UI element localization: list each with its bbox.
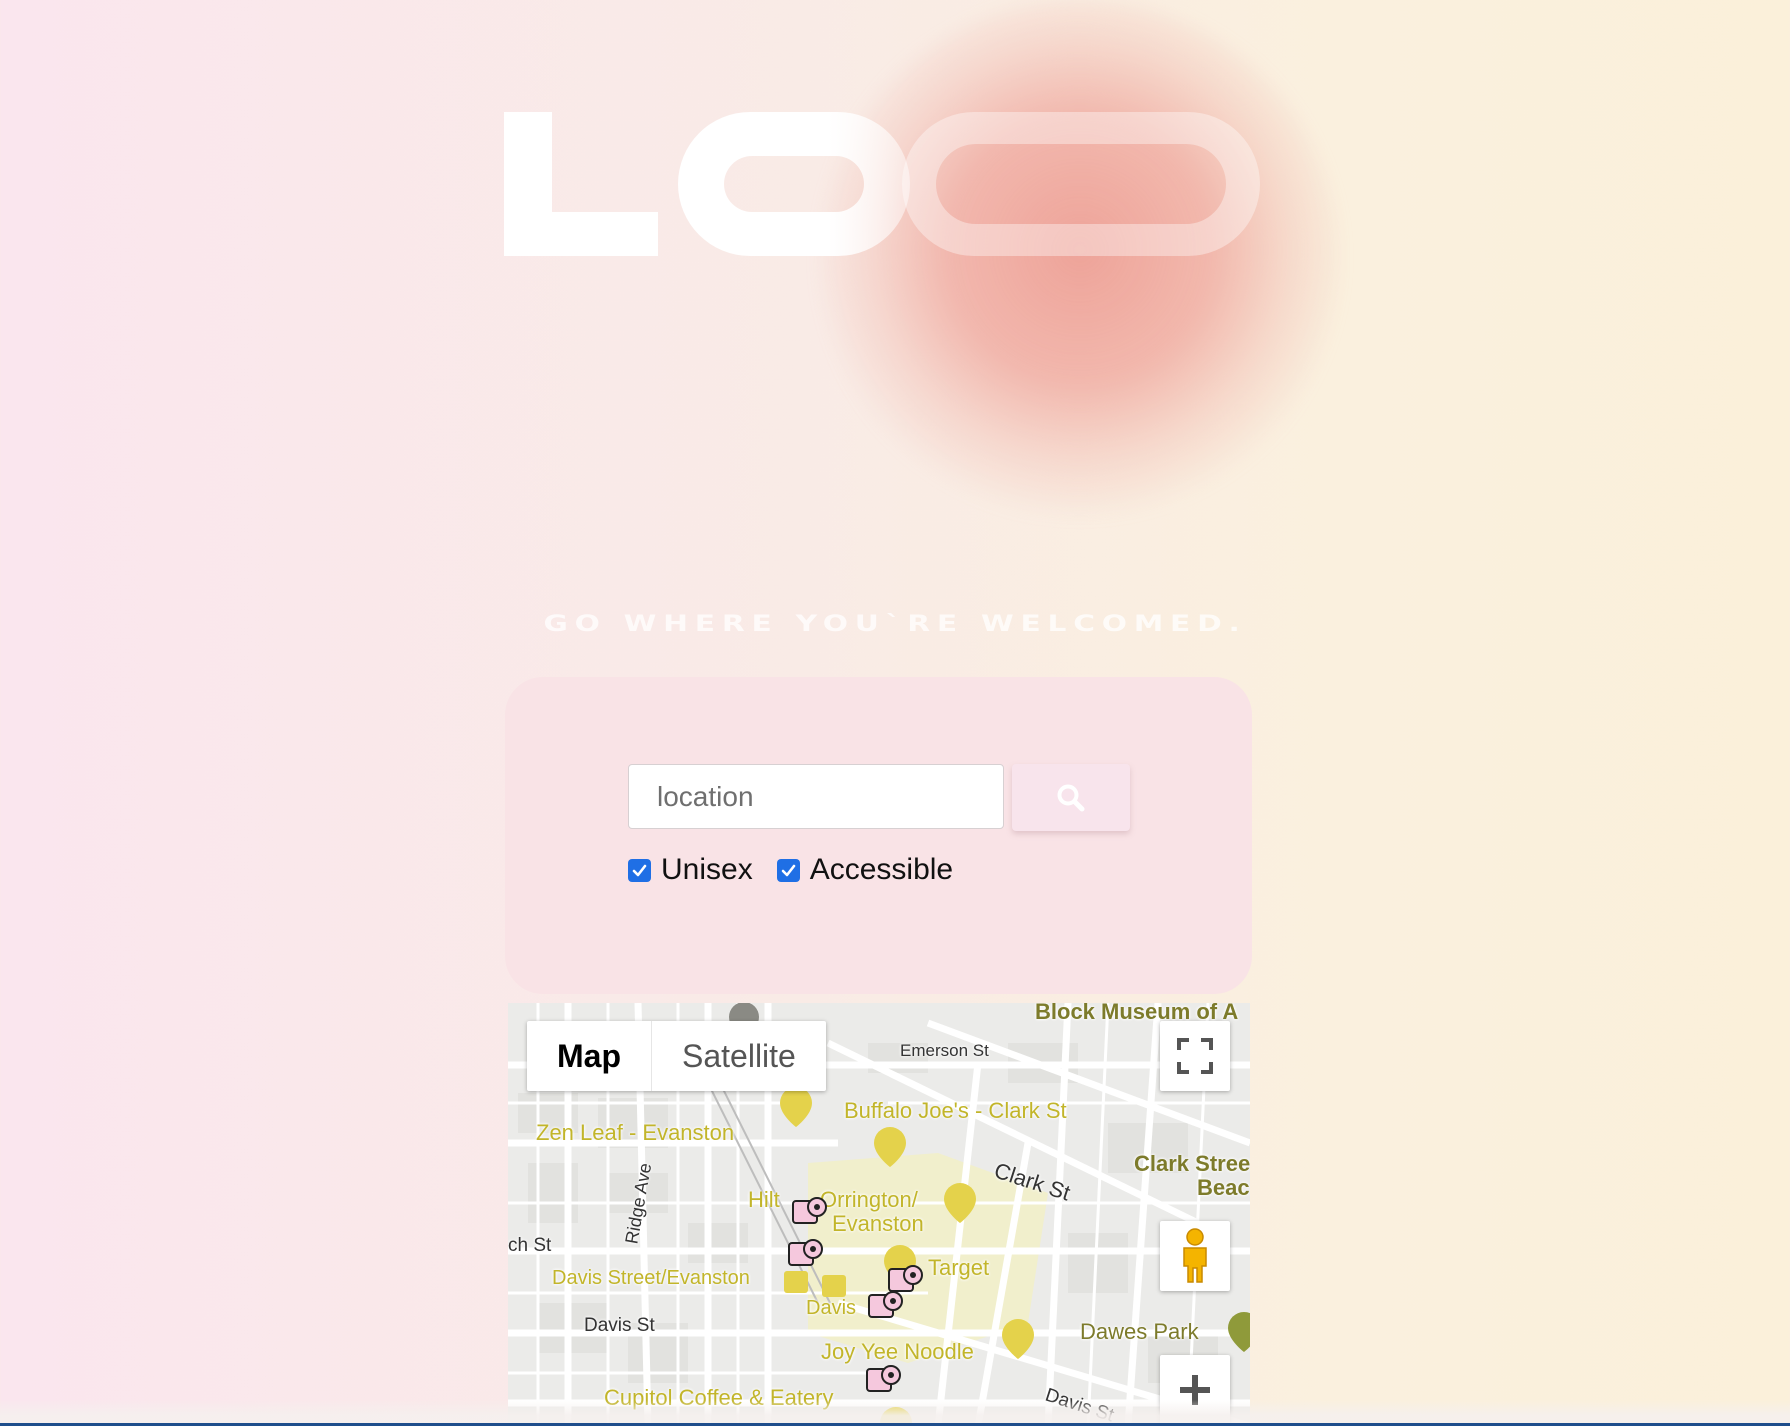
restroom-marker-icon[interactable] xyxy=(866,1287,906,1321)
fullscreen-button[interactable] xyxy=(1160,1021,1230,1091)
unisex-label: Unisex xyxy=(661,853,753,886)
map-type-map-button[interactable]: Map xyxy=(527,1021,652,1091)
restroom-marker-icon[interactable] xyxy=(786,1235,826,1269)
restroom-marker-icon[interactable] xyxy=(864,1361,904,1395)
street-view-button[interactable] xyxy=(1160,1221,1230,1291)
map-label-buffalo-joes: Buffalo Joe's - Clark St xyxy=(844,1098,1067,1123)
checkmark-icon xyxy=(632,864,647,876)
tagline: GO WHERE YOU`RE WELCOMED. xyxy=(543,612,1247,637)
map-label-target: Target xyxy=(928,1255,990,1280)
decorative-blob xyxy=(820,0,1340,520)
map-label-orrington-2: Evanston xyxy=(832,1211,924,1236)
pegman-icon xyxy=(1183,1228,1207,1283)
search-panel: Unisex Accessible xyxy=(505,677,1252,994)
map-label-clark-street-beach-2: Beac xyxy=(1197,1175,1250,1200)
search-icon xyxy=(1057,784,1085,811)
map-label-orrington-1: Orrington/ xyxy=(820,1187,918,1212)
map-type-satellite-button[interactable]: Satellite xyxy=(652,1021,826,1091)
map-type-control: Map Satellite xyxy=(527,1021,826,1091)
accessible-filter[interactable]: Accessible xyxy=(776,853,954,887)
map-label-davis-st-left: Davis St xyxy=(584,1315,655,1336)
map-label-davis-station: Davis Street/Evanston xyxy=(552,1267,750,1289)
restroom-marker-icon[interactable] xyxy=(790,1193,830,1227)
map-view[interactable]: Map Satellite Block Museum of A Emerson … xyxy=(508,1003,1250,1426)
filter-group: Unisex Accessible xyxy=(628,853,953,887)
map-label-clark-street-beach-1: Clark Stree xyxy=(1134,1151,1250,1176)
map-label-church-st: ch St xyxy=(508,1235,552,1256)
fullscreen-icon xyxy=(1177,1038,1213,1074)
unisex-checkbox[interactable] xyxy=(628,858,651,882)
loo-logo xyxy=(504,112,1260,256)
unisex-filter[interactable]: Unisex xyxy=(628,853,753,887)
map-label-dawes-park: Dawes Park xyxy=(1080,1319,1199,1344)
location-search-input[interactable] xyxy=(628,764,1004,829)
map-label-zen-leaf: Zen Leaf - Evanston xyxy=(536,1120,735,1145)
map-label-block-museum: Block Museum of A xyxy=(1035,1003,1239,1024)
accessible-checkbox[interactable] xyxy=(776,858,800,882)
map-label-hilton: Hilt xyxy=(748,1187,780,1212)
accessible-label: Accessible xyxy=(809,853,954,886)
checkmark-icon xyxy=(781,864,796,876)
map-label-davis-metro: Davis xyxy=(806,1297,857,1319)
map-label-emerson-st: Emerson St xyxy=(900,1041,989,1060)
search-button[interactable] xyxy=(1012,764,1130,831)
